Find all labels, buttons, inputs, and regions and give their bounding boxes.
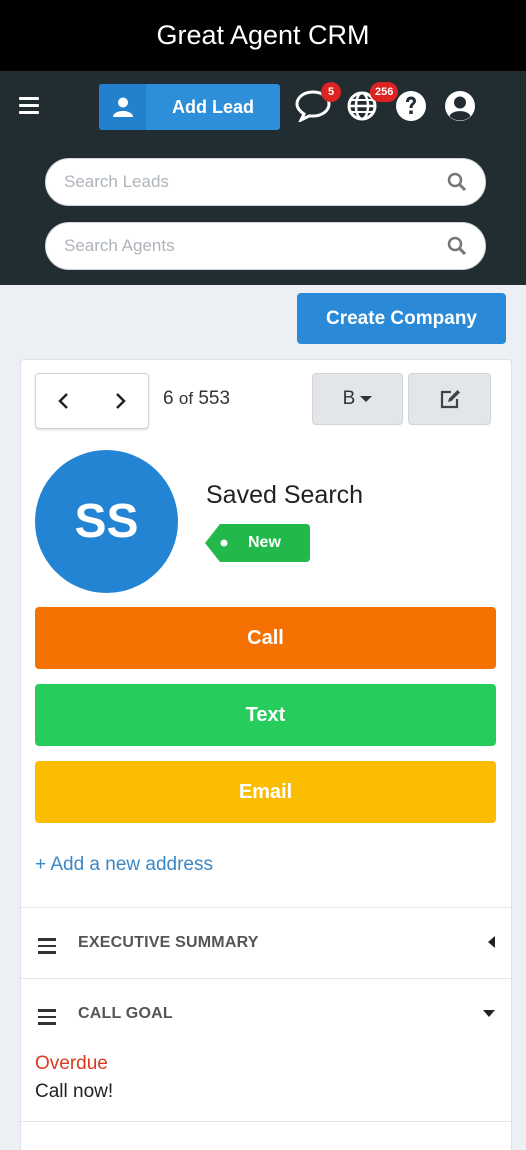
search-agents-field[interactable] [45,222,486,270]
app-title: Great Agent CRM [156,20,370,50]
caret-left-icon [488,936,495,948]
lead-counter: 6 of 553 [163,388,230,410]
search-leads-input[interactable] [64,172,447,192]
list-icon [38,938,56,954]
section-divider [21,1121,511,1122]
email-button[interactable]: Email [35,761,496,823]
section-divider [21,978,511,979]
add-lead-label: Add Lead [171,96,254,117]
search-agents-input[interactable] [64,236,447,256]
messages-badge: 5 [321,82,341,102]
help-icon[interactable] [395,90,429,124]
user-icon [99,84,146,130]
executive-summary-title: EXECUTIVE SUMMARY [78,934,259,951]
caret-down-icon [360,396,373,402]
add-lead-button[interactable]: Add Lead [99,84,280,130]
search-icon[interactable] [447,236,467,256]
caret-down-icon [483,1010,495,1017]
call-goal-title: CALL GOAL [78,1005,173,1022]
next-lead-button[interactable] [92,374,148,428]
lead-position: 6 [163,388,174,409]
text-button[interactable]: Text [35,684,496,746]
status-label: New [248,534,281,551]
call-button[interactable]: Call [35,607,496,669]
view-dropdown-label: B [342,388,356,409]
call-goal-text: Call now! [35,1081,114,1102]
lead-counter-of: of [178,389,194,408]
chevron-left-icon [58,393,68,409]
call-goal-status: Overdue [35,1053,108,1074]
status-badge[interactable]: New [205,524,310,562]
lead-name: Saved Search [206,481,364,509]
create-company-button[interactable]: Create Company [297,293,506,344]
avatar-initials: SS [74,495,139,548]
app-title-bar: Great Agent CRM [0,0,526,71]
chevron-right-icon [116,393,126,409]
menu-icon[interactable] [19,97,39,115]
search-icon[interactable] [447,172,467,192]
lead-pager [35,373,149,429]
search-leads-field[interactable] [45,158,486,206]
lead-total: 553 [198,388,231,409]
lead-avatar: SS [35,450,178,593]
view-dropdown-button[interactable]: B [312,373,403,425]
previous-lead-button[interactable] [36,374,92,428]
edit-icon [440,390,460,409]
list-icon [38,1009,56,1025]
edit-lead-button[interactable] [408,373,491,425]
account-icon[interactable] [444,90,478,124]
section-divider [21,907,511,908]
add-address-link[interactable]: + Add a new address [35,854,213,876]
